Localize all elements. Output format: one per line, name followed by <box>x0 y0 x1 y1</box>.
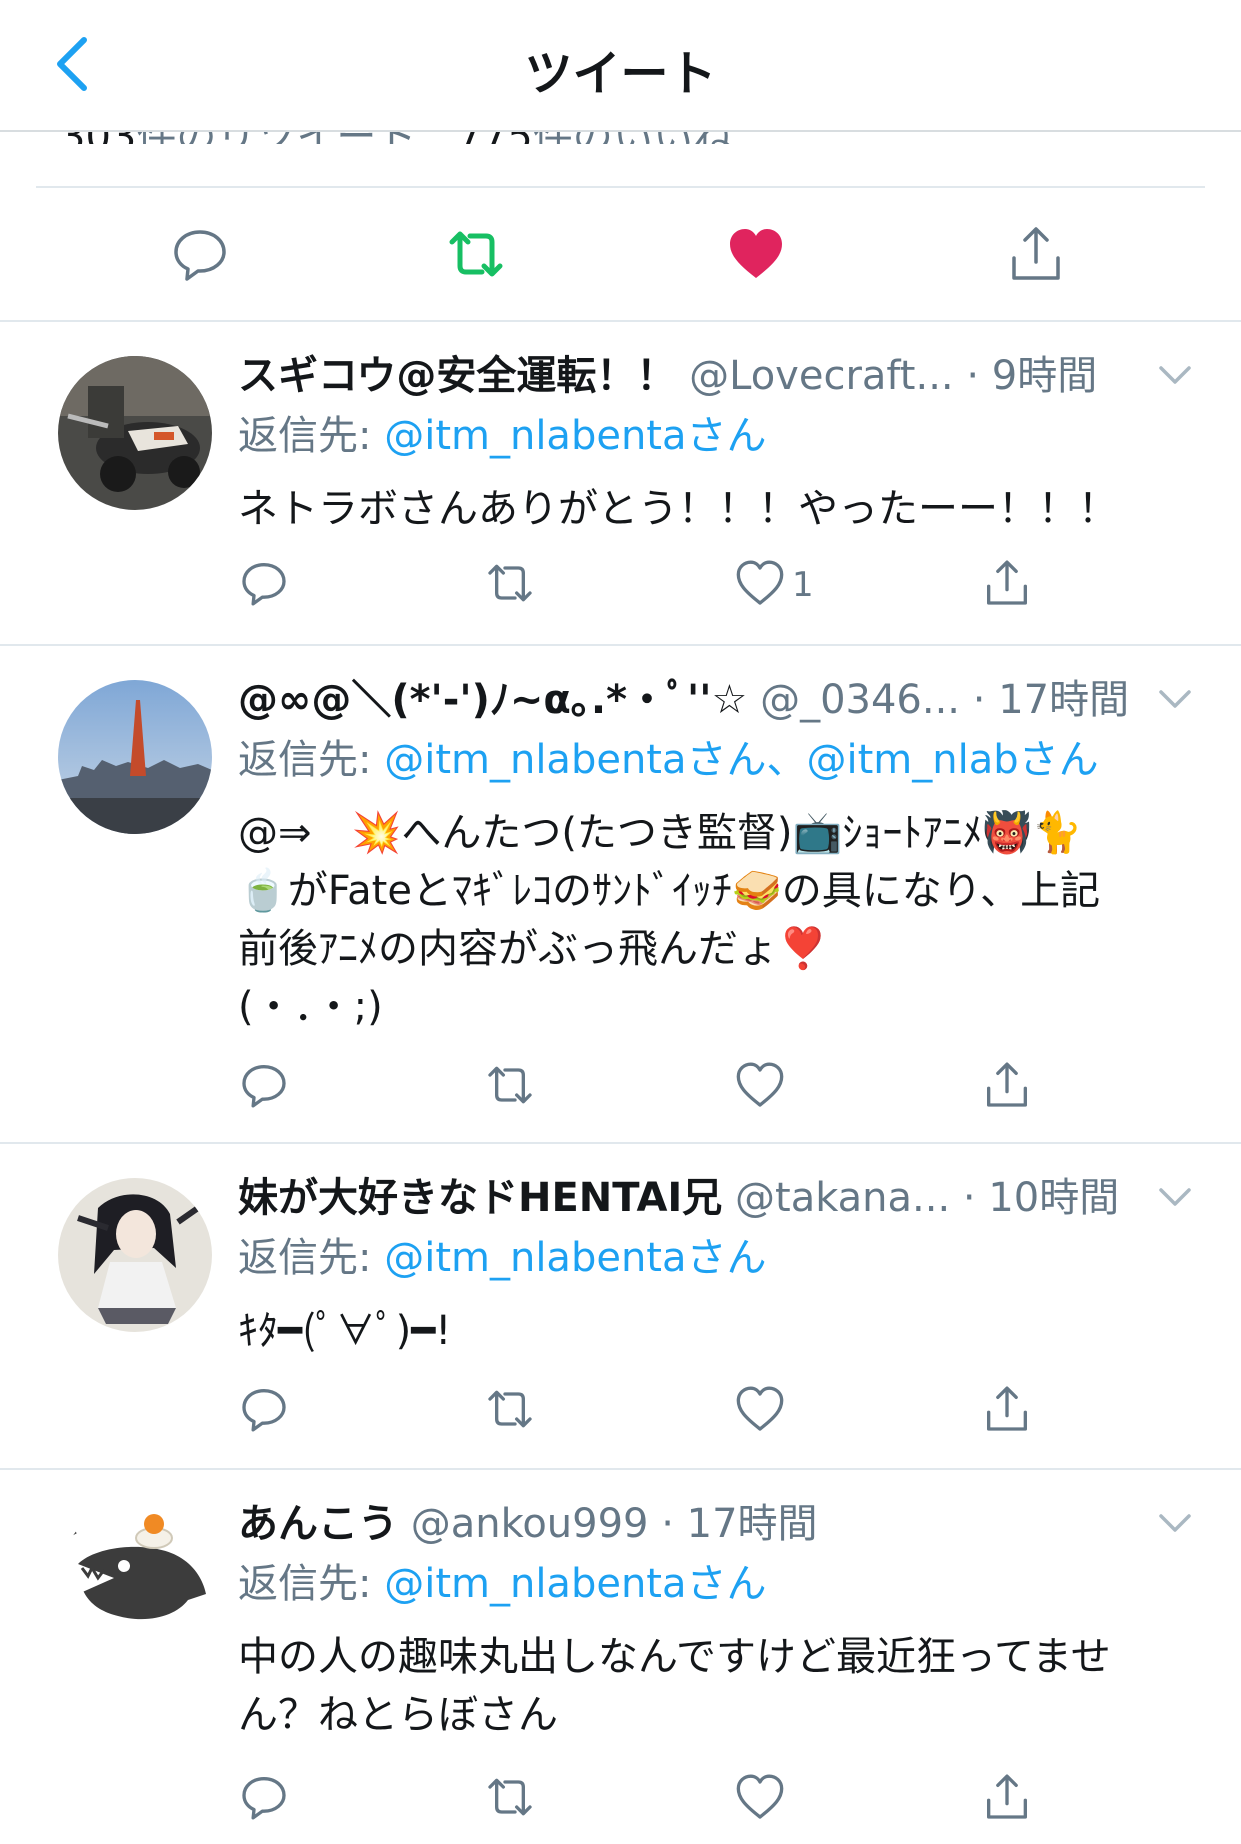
chevron-down-icon[interactable] <box>1155 1508 1195 1538</box>
like-count: 1 <box>792 565 814 605</box>
reply-mentions[interactable]: @itm_nlabentaさん <box>384 1235 766 1281</box>
tweet-action-bar <box>0 1772 1241 1828</box>
display-name[interactable]: あんこう <box>238 1501 398 1547</box>
avatar[interactable] <box>58 1504 212 1658</box>
meta-separator: · <box>648 1501 687 1547</box>
reply-icon[interactable] <box>170 224 230 284</box>
reply-to-label: 返信先: <box>238 737 385 783</box>
retweet-icon[interactable] <box>485 1384 535 1434</box>
reply-icon[interactable] <box>239 1060 289 1110</box>
like-icon-filled[interactable] <box>726 224 786 284</box>
chevron-down-icon[interactable] <box>1155 1182 1195 1212</box>
meta-separator: · <box>950 1175 989 1221</box>
top-nav-bar: ツイート <box>0 0 1241 132</box>
reply-to-label: 返信先: <box>238 1561 385 1607</box>
reply-mentions[interactable]: @itm_nlabentaさん <box>384 1561 766 1607</box>
reply-to-label: 返信先: <box>238 1235 385 1281</box>
tweet-header: スギコウ@安全運転！！ @Lovecraft... · 9時間 <box>238 350 1141 402</box>
share-icon[interactable] <box>1006 224 1066 284</box>
tweet-header: 妹が大好きなドHENTAI兄 @takana... · 10時間 <box>238 1172 1141 1224</box>
user-handle[interactable]: @_0346... <box>760 677 960 723</box>
reply-mentions[interactable]: @itm_nlabentaさん、@itm_nlabさん <box>384 737 1098 783</box>
share-icon[interactable] <box>982 1060 1032 1110</box>
like-icon[interactable] <box>735 1060 785 1110</box>
retweet-icon[interactable] <box>446 224 506 284</box>
reply-context: 返信先: @itm_nlabentaさん <box>238 1232 767 1284</box>
tweet-text: ネトラボさんありがとう！！！やったーー！！！ <box>238 486 1118 532</box>
reply-context: 返信先: @itm_nlabentaさん、@itm_nlabさん <box>238 734 1099 786</box>
tweet-header: あんこう @ankou999 · 17時間 <box>238 1498 1141 1550</box>
retweet-icon[interactable] <box>485 1060 535 1110</box>
tweet-text: ｷﾀ━(ﾟ∀ﾟ)━! <box>238 1308 452 1354</box>
reply-tweet[interactable]: 妹が大好きなドHENTAI兄 @takana... · 10時間 返信先: @i… <box>0 1144 1241 1470</box>
tweet-action-bar: 1 <box>0 558 1241 614</box>
meta-separator: · <box>953 353 992 399</box>
user-handle[interactable]: @Lovecraft... <box>689 353 954 399</box>
reply-tweet[interactable]: スギコウ@安全運転！！ @Lovecraft... · 9時間 返信先: @it… <box>0 322 1241 646</box>
share-icon[interactable] <box>982 558 1032 608</box>
avatar[interactable] <box>58 680 212 834</box>
timestamp[interactable]: 17時間 <box>687 1501 818 1547</box>
like-icon[interactable] <box>735 558 785 608</box>
avatar[interactable] <box>58 356 212 510</box>
share-icon[interactable] <box>982 1772 1032 1822</box>
timestamp[interactable]: 17時間 <box>998 677 1129 723</box>
timestamp[interactable]: 10時間 <box>988 1175 1119 1221</box>
display-name[interactable]: 妹が大好きなドHENTAI兄 <box>238 1175 722 1221</box>
reply-mentions[interactable]: @itm_nlabentaさん <box>384 413 766 459</box>
tweet-action-bar <box>0 1384 1241 1440</box>
tweet-text: 中の人の趣味丸出しなんですけど最近狂ってませ ん？ねとらぼさん <box>238 1634 1111 1738</box>
share-icon[interactable] <box>982 1384 1032 1434</box>
display-name[interactable]: @∞@＼(*'-')ﾉ~α｡.*•ﾟ''☆ <box>238 677 747 723</box>
reply-icon[interactable] <box>239 558 289 608</box>
user-handle[interactable]: @ankou999 <box>411 1501 649 1547</box>
reply-icon[interactable] <box>239 1384 289 1434</box>
main-action-bar <box>0 186 1241 322</box>
page-title: ツイート <box>524 46 717 102</box>
reply-context: 返信先: @itm_nlabentaさん <box>238 410 767 462</box>
tweet-header: @∞@＼(*'-')ﾉ~α｡.*•ﾟ''☆ @_0346... · 17時間 <box>238 674 1141 726</box>
chevron-down-icon[interactable] <box>1155 360 1195 390</box>
user-handle[interactable]: @takana... <box>735 1175 950 1221</box>
tweet-action-bar <box>0 1060 1241 1116</box>
like-icon[interactable] <box>735 1384 785 1434</box>
reply-tweet[interactable]: あんこう @ankou999 · 17時間 返信先: @itm_nlabenta… <box>0 1470 1241 1844</box>
timestamp[interactable]: 9時間 <box>992 353 1097 399</box>
retweet-icon[interactable] <box>485 1772 535 1822</box>
reply-tweet[interactable]: @∞@＼(*'-')ﾉ~α｡.*•ﾟ''☆ @_0346... · 17時間 返… <box>0 646 1241 1144</box>
retweet-icon[interactable] <box>485 558 535 608</box>
chevron-down-icon[interactable] <box>1155 684 1195 714</box>
reply-icon[interactable] <box>239 1772 289 1822</box>
avatar[interactable] <box>58 1178 212 1332</box>
reply-context: 返信先: @itm_nlabentaさん <box>238 1558 767 1610</box>
meta-separator: · <box>960 677 999 723</box>
display-name[interactable]: スギコウ@安全運転！！ <box>238 353 676 399</box>
reply-to-label: 返信先: <box>238 413 385 459</box>
like-icon[interactable] <box>735 1772 785 1822</box>
tweet-text: @⇒ 💥へんたつ(たつき監督)📺ｼｮｰﾄｱﾆﾒ👹🐈 🍵がFateとﾏｷﾞﾚｺのｻ… <box>238 810 1101 1030</box>
